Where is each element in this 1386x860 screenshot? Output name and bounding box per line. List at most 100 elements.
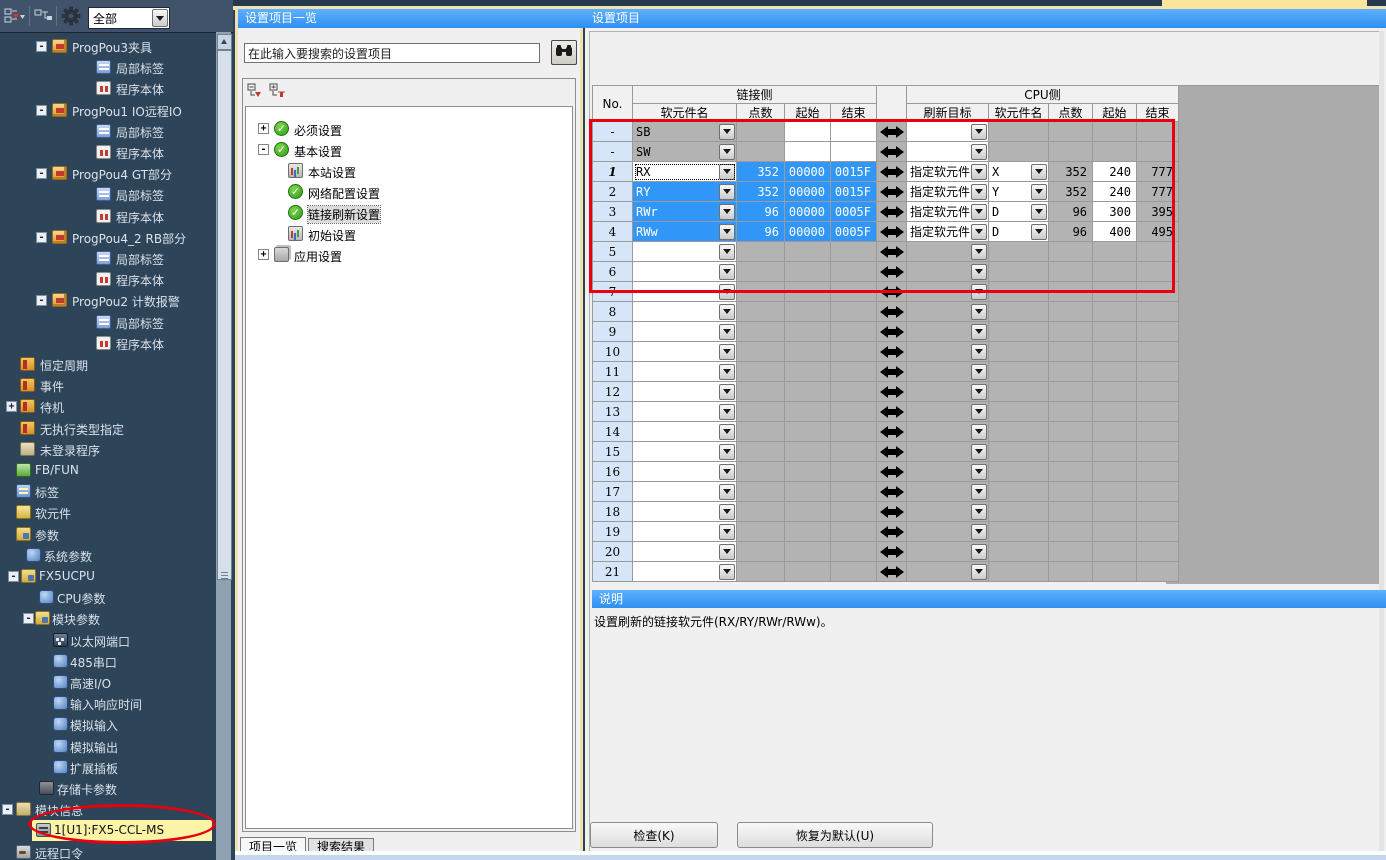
- refresh-target-cell[interactable]: [907, 342, 989, 362]
- refresh-target-cell[interactable]: [907, 382, 989, 402]
- dropdown-button[interactable]: [719, 144, 735, 160]
- link-start-cell[interactable]: [785, 142, 831, 162]
- dropdown-button[interactable]: [971, 284, 987, 300]
- link-device-cell[interactable]: [633, 302, 737, 322]
- row-number-cell[interactable]: 16: [593, 462, 633, 482]
- row-number-cell[interactable]: 12: [593, 382, 633, 402]
- link-device-cell[interactable]: [633, 322, 737, 342]
- link-device-cell[interactable]: [633, 462, 737, 482]
- cpu-start-cell[interactable]: [1093, 382, 1137, 402]
- collapse-expander-icon[interactable]: -: [36, 232, 47, 243]
- expand-expander-icon[interactable]: +: [258, 249, 269, 260]
- nav-tree-item[interactable]: 扩展插板: [0, 757, 216, 778]
- refresh-target-cell[interactable]: 指定软元件: [907, 182, 989, 202]
- cpu-device-cell[interactable]: [989, 262, 1049, 282]
- link-device-cell[interactable]: RWr: [633, 202, 737, 222]
- row-number-cell[interactable]: 18: [593, 502, 633, 522]
- link-end-cell[interactable]: [831, 422, 877, 442]
- link-start-cell[interactable]: [785, 282, 831, 302]
- cpu-device-cell[interactable]: [989, 442, 1049, 462]
- cpu-device-cell[interactable]: [989, 382, 1049, 402]
- link-start-cell[interactable]: [785, 522, 831, 542]
- link-end-cell[interactable]: [831, 442, 877, 462]
- cpu-start-cell[interactable]: [1093, 362, 1137, 382]
- cpu-start-cell[interactable]: [1093, 302, 1137, 322]
- refresh-target-cell[interactable]: 指定软元件: [907, 222, 989, 242]
- nav-tree-item[interactable]: -模块参数: [0, 608, 216, 629]
- link-start-cell[interactable]: 00000: [785, 162, 831, 182]
- refresh-target-cell[interactable]: 指定软元件: [907, 162, 989, 182]
- link-start-cell[interactable]: [785, 242, 831, 262]
- link-end-cell[interactable]: [831, 122, 877, 142]
- refresh-target-cell[interactable]: 指定软元件: [907, 202, 989, 222]
- nav-tree-item[interactable]: 局部标签: [0, 57, 216, 78]
- link-start-cell[interactable]: [785, 342, 831, 362]
- nav-tree-item[interactable]: -ProgPou1 IO远程IO: [0, 100, 216, 121]
- collapse-tree-icon[interactable]: [247, 83, 263, 99]
- expand-expander-icon[interactable]: +: [258, 123, 269, 134]
- link-device-cell[interactable]: [633, 562, 737, 582]
- cpu-device-cell[interactable]: [989, 402, 1049, 422]
- refresh-target-cell[interactable]: [907, 522, 989, 542]
- collapse-expander-icon[interactable]: -: [2, 804, 13, 815]
- setting-tree-item[interactable]: +✓必须设置: [246, 119, 573, 140]
- dropdown-button[interactable]: [971, 304, 987, 320]
- search-button[interactable]: [551, 40, 577, 65]
- link-start-cell[interactable]: [785, 542, 831, 562]
- nav-tree-item[interactable]: -ProgPou3夹具: [0, 36, 216, 57]
- row-number-cell[interactable]: 10: [593, 342, 633, 362]
- collapse-expander-icon[interactable]: -: [36, 295, 47, 306]
- link-end-cell[interactable]: [831, 142, 877, 162]
- dropdown-button[interactable]: [719, 504, 735, 520]
- setting-tree-item[interactable]: ✓链接刷新设置: [246, 203, 573, 224]
- cpu-device-cell[interactable]: [989, 282, 1049, 302]
- row-number-cell[interactable]: 6: [593, 262, 633, 282]
- link-start-cell[interactable]: [785, 122, 831, 142]
- link-end-cell[interactable]: 0005F: [831, 202, 877, 222]
- collapse-expander-icon[interactable]: -: [36, 105, 47, 116]
- row-number-cell[interactable]: 15: [593, 442, 633, 462]
- dropdown-button[interactable]: [719, 564, 735, 580]
- nav-tree-item[interactable]: 模拟输出: [0, 736, 216, 757]
- link-device-cell[interactable]: [633, 442, 737, 462]
- row-number-cell[interactable]: 21: [593, 562, 633, 582]
- refresh-target-cell[interactable]: [907, 562, 989, 582]
- dropdown-button[interactable]: [719, 224, 735, 240]
- cpu-start-cell[interactable]: [1093, 282, 1137, 302]
- dropdown-button[interactable]: [971, 524, 987, 540]
- link-start-cell[interactable]: [785, 462, 831, 482]
- check-button[interactable]: 检查(K): [590, 822, 718, 848]
- dropdown-button[interactable]: [719, 404, 735, 420]
- link-end-cell[interactable]: [831, 282, 877, 302]
- link-end-cell[interactable]: [831, 482, 877, 502]
- cpu-device-cell[interactable]: [989, 522, 1049, 542]
- cpu-start-cell[interactable]: [1093, 522, 1137, 542]
- dropdown-button[interactable]: [971, 484, 987, 500]
- scroll-up-icon[interactable]: [217, 34, 232, 50]
- nav-tree-item[interactable]: FB/FUN: [0, 460, 216, 481]
- row-number-cell[interactable]: 5: [593, 242, 633, 262]
- dropdown-button[interactable]: [971, 344, 987, 360]
- collapse-expander-icon[interactable]: -: [258, 144, 269, 155]
- dropdown-button[interactable]: [719, 444, 735, 460]
- row-number-cell[interactable]: 14: [593, 422, 633, 442]
- dropdown-button[interactable]: [719, 344, 735, 360]
- cpu-device-cell[interactable]: Y: [989, 182, 1049, 202]
- row-number-cell[interactable]: 8: [593, 302, 633, 322]
- collapse-expander-icon[interactable]: -: [36, 41, 47, 52]
- dropdown-button[interactable]: [719, 384, 735, 400]
- row-number-cell[interactable]: 4: [593, 222, 633, 242]
- dropdown-button[interactable]: [719, 284, 735, 300]
- dropdown-button[interactable]: [971, 384, 987, 400]
- refresh-target-cell[interactable]: [907, 502, 989, 522]
- cpu-device-cell[interactable]: [989, 482, 1049, 502]
- search-input[interactable]: [244, 43, 540, 63]
- tree-outline-icon[interactable]: [34, 7, 54, 25]
- collapse-expander-icon[interactable]: -: [23, 613, 34, 624]
- nav-tree-item[interactable]: 程序本体: [0, 78, 216, 99]
- cpu-start-cell[interactable]: [1093, 422, 1137, 442]
- dropdown-button[interactable]: [719, 124, 735, 140]
- gear-icon[interactable]: [61, 6, 81, 24]
- cpu-start-cell[interactable]: [1093, 262, 1137, 282]
- link-start-cell[interactable]: [785, 422, 831, 442]
